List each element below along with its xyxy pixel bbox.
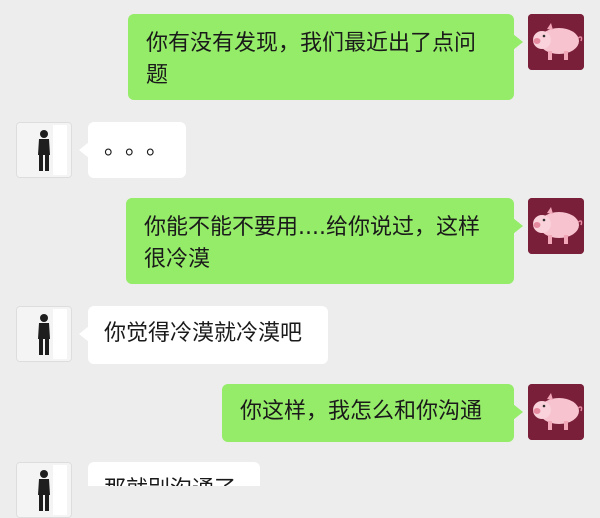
pig-icon bbox=[528, 384, 584, 440]
message-text: 你能不能不要用....给你说过，这样很冷漠 bbox=[144, 215, 480, 272]
message-bubble-incoming[interactable]: 那就别沟通了 bbox=[88, 462, 260, 486]
pig-avatar[interactable] bbox=[528, 14, 584, 70]
person-avatar[interactable] bbox=[16, 306, 72, 362]
message-text: 那就别沟通了 bbox=[104, 477, 236, 486]
message-bubble-incoming[interactable]: 你觉得冷漠就冷漠吧 bbox=[79, 306, 328, 364]
message-text: 。。。 bbox=[104, 135, 179, 160]
message-text: 你这样，我怎么和你沟通 bbox=[240, 399, 483, 424]
pig-avatar[interactable] bbox=[528, 384, 584, 440]
message-bubble-incoming[interactable]: 。。。 bbox=[79, 122, 186, 178]
person-icon bbox=[17, 307, 71, 361]
person-icon bbox=[17, 463, 71, 517]
message-bubble-outgoing[interactable]: 你能不能不要用....给你说过，这样很冷漠 bbox=[126, 198, 523, 284]
pig-avatar[interactable] bbox=[528, 198, 584, 254]
message-bubble-outgoing[interactable]: 你有没有发现，我们最近出了点问题 bbox=[128, 14, 523, 100]
message-text: 你有没有发现，我们最近出了点问题 bbox=[146, 31, 477, 88]
pig-icon bbox=[528, 14, 584, 70]
person-icon bbox=[17, 123, 71, 177]
message-text: 你觉得冷漠就冷漠吧 bbox=[104, 321, 303, 346]
pig-icon bbox=[528, 198, 584, 254]
message-bubble-outgoing[interactable]: 你这样，我怎么和你沟通 bbox=[222, 384, 523, 442]
person-avatar[interactable] bbox=[16, 462, 72, 518]
person-avatar[interactable] bbox=[16, 122, 72, 178]
chat-view: 你有没有发现，我们最近出了点问题 。。。 你能不能不要用....给你说过，这样很… bbox=[0, 0, 600, 518]
